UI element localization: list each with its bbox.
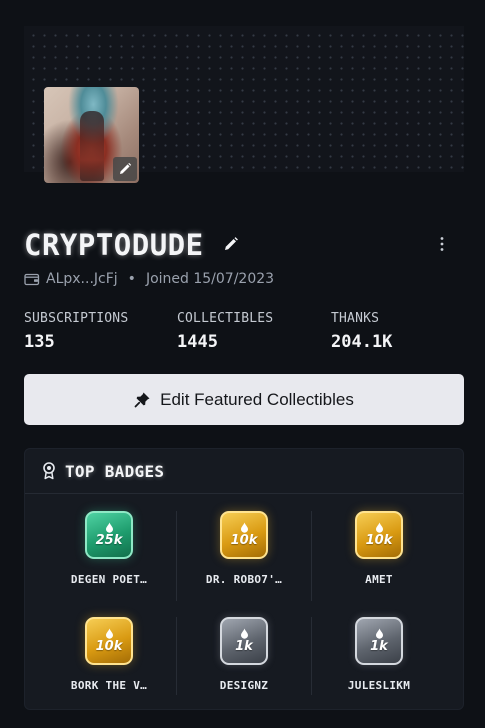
- stat-label: COLLECTIBLES: [177, 311, 274, 326]
- badge-amount: 10k: [95, 639, 123, 654]
- edit-featured-collectibles-button[interactable]: Edit Featured Collectibles: [24, 374, 464, 425]
- badge-icon: 10k: [220, 511, 268, 559]
- stat-label: THANKS: [331, 311, 380, 326]
- badge-item[interactable]: 10k DR. ROBO7'…: [171, 511, 317, 611]
- drop-icon: [375, 522, 383, 533]
- badge-name: JULESLIKM: [347, 679, 411, 692]
- wallet-address[interactable]: ALpx...JcFj: [46, 271, 118, 287]
- badge-item[interactable]: 10k BORK THE V…: [36, 617, 182, 717]
- stat-value: 1445: [177, 332, 218, 352]
- more-options-button[interactable]: [434, 234, 450, 254]
- badge-icon: 1k: [220, 617, 268, 665]
- badge-name: AMET: [365, 573, 393, 586]
- edit-name-button[interactable]: [223, 236, 239, 252]
- badge-amount: 1k: [235, 639, 253, 654]
- drop-icon: [240, 628, 248, 639]
- drop-icon: [240, 522, 248, 533]
- badge-item[interactable]: 25k DEGEN POET…: [36, 511, 182, 611]
- drop-icon: [105, 522, 113, 533]
- badge-amount: 25k: [95, 533, 123, 548]
- pencil-icon: [225, 237, 238, 250]
- badge-amount: 10k: [365, 533, 393, 548]
- badge-item[interactable]: 10k AMET: [306, 511, 452, 611]
- stat-thanks[interactable]: THANKS 204.1K: [331, 311, 392, 352]
- badge-amount: 10k: [230, 533, 258, 548]
- top-badges-header: TOP BADGES: [25, 449, 463, 494]
- top-badges-title: TOP BADGES: [65, 461, 165, 481]
- badge-icon: 10k: [85, 617, 133, 665]
- edit-featured-label: Edit Featured Collectibles: [160, 389, 354, 409]
- badge-name: DR. ROBO7'…: [205, 573, 283, 586]
- award-icon: [43, 462, 55, 480]
- badge-item[interactable]: 1k JULESLIKM: [306, 617, 452, 717]
- badge-item[interactable]: 1k DESIGNZ: [171, 617, 317, 717]
- meta-separator: •: [127, 271, 136, 287]
- stat-value: 135: [24, 332, 55, 352]
- badge-name: DEGEN POET…: [70, 573, 148, 586]
- stat-collectibles[interactable]: COLLECTIBLES 1445: [177, 311, 273, 352]
- pin-icon: [134, 392, 150, 408]
- badge-name: DESIGNZ: [219, 679, 269, 692]
- stat-label: SUBSCRIPTIONS: [24, 311, 129, 326]
- badge-amount: 1k: [370, 639, 388, 654]
- stat-value: 204.1K: [331, 332, 393, 352]
- drop-icon: [375, 628, 383, 639]
- badge-name: BORK THE V…: [70, 679, 148, 692]
- drop-icon: [105, 628, 113, 639]
- badge-icon: 1k: [355, 617, 403, 665]
- wallet-icon: [24, 273, 40, 286]
- more-vertical-icon: [440, 237, 444, 251]
- pencil-icon: [120, 162, 132, 174]
- stat-subscriptions[interactable]: SUBSCRIPTIONS 135: [24, 311, 128, 352]
- badge-icon: 25k: [85, 511, 133, 559]
- joined-date: Joined 15/07/2023: [145, 271, 275, 287]
- avatar-edit-button[interactable]: [113, 157, 137, 181]
- profile-username: CRYPTODUDE: [24, 228, 204, 262]
- profile-meta: ALpx...JcFj • Joined 15/07/2023: [24, 269, 274, 289]
- top-badges-panel: TOP BADGES 25k DEGEN POET… 10k DR. ROBO7…: [24, 448, 464, 710]
- badge-icon: 10k: [355, 511, 403, 559]
